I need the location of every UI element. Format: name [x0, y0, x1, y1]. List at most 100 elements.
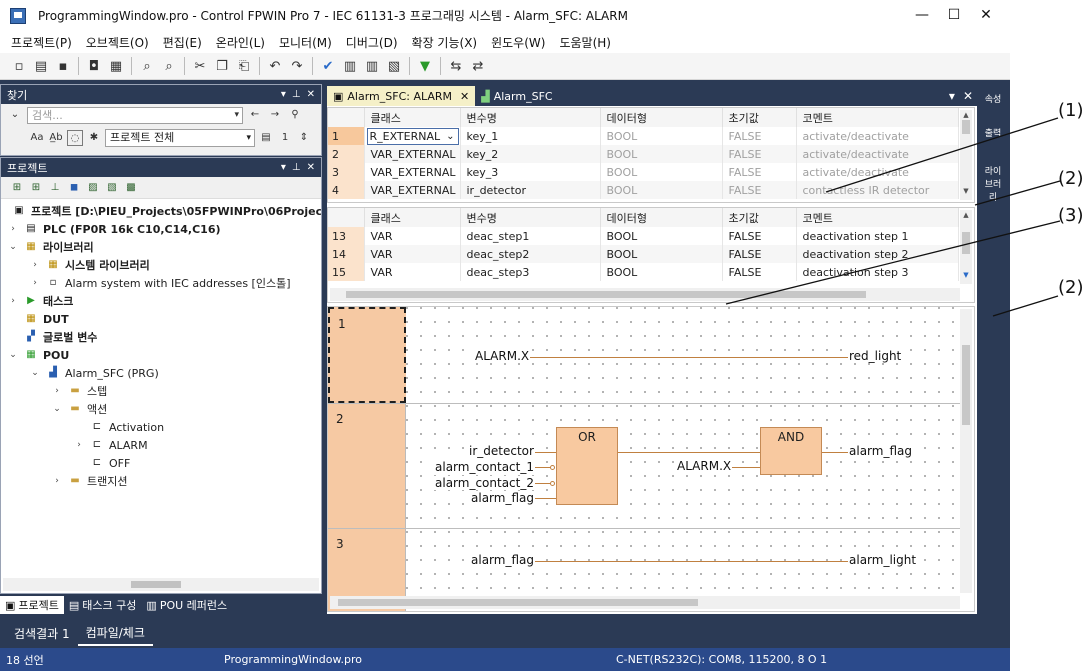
chevron-right-icon[interactable]: ›	[29, 278, 41, 288]
tree-icon[interactable]: ⊞	[28, 181, 44, 195]
table-row[interactable]: 15 VAR deac_step3 BOOL FALSE deactivatio…	[328, 263, 959, 281]
table-row[interactable]: 4 VAR_EXTERNAL ir_detector BOOL FALSE co…	[328, 181, 959, 199]
name-cell[interactable]: ir_detector	[460, 181, 601, 199]
panel-close-icon[interactable]: ✕	[307, 89, 315, 100]
spinner-icon[interactable]: ⇕	[296, 130, 312, 146]
class-cell[interactable]: VAR_EXTERNAL	[364, 181, 461, 199]
menu-object[interactable]: 오브젝트(O)	[79, 34, 156, 51]
tree-icon[interactable]: ⊞	[9, 181, 25, 195]
dropdown-arrow-icon[interactable]: ▾	[234, 108, 239, 123]
col-init[interactable]: 초기값	[722, 108, 797, 127]
paste-icon[interactable]: ⎗	[235, 57, 253, 75]
search-input[interactable]: 검색... ▾	[27, 106, 243, 124]
chevron-down-icon[interactable]: ⌄	[29, 368, 41, 378]
table-row[interactable]: 2 VAR_EXTERNAL key_2 BOOL FALSE activate…	[328, 145, 959, 163]
tree-item-plc[interactable]: › ▤ PLC (FP0R 16k C10,C14,C16)	[7, 220, 220, 238]
result-count[interactable]: 1	[277, 130, 293, 146]
tab-search-results[interactable]: 검색결과 1	[6, 622, 78, 646]
insert-pou-icon[interactable]: ◼	[66, 181, 82, 195]
name-cell[interactable]: deac_step3	[460, 263, 601, 281]
or-input-ir-detector[interactable]: ir_detector	[468, 444, 535, 458]
menu-edit[interactable]: 편집(E)	[156, 34, 209, 51]
tab-list-icon[interactable]: ▾	[949, 89, 955, 103]
menu-monitor[interactable]: 모니터(M)	[272, 34, 339, 51]
chevron-right-icon[interactable]: ›	[51, 386, 63, 396]
menu-window[interactable]: 윈도우(W)	[484, 34, 552, 51]
download-icon[interactable]: ⇆	[447, 57, 465, 75]
speech-bubble-icon[interactable]: ◌	[67, 130, 83, 146]
side-tab-library[interactable]: 라이브러리	[983, 164, 1003, 203]
type-cell[interactable]: BOOL	[600, 263, 723, 281]
online-plug-icon[interactable]: ▼	[416, 57, 434, 75]
side-tab-output[interactable]: 출력	[983, 126, 1003, 146]
rung-2-output[interactable]: alarm_flag	[848, 444, 913, 458]
arrow-right-icon[interactable]: →	[267, 107, 283, 123]
tree-item-transitions[interactable]: › ▬ 트랜지션	[51, 472, 127, 490]
grid-horizontal-scrollbar[interactable]	[330, 288, 960, 301]
chevron-right-icon[interactable]: ›	[73, 440, 85, 450]
chevron-down-icon[interactable]: ⌄	[446, 129, 454, 144]
chevron-right-icon[interactable]: ›	[7, 296, 19, 306]
search-scope-select[interactable]: 프로젝트 전체 ▾	[105, 129, 255, 147]
close-button[interactable]: ✕	[970, 4, 1002, 26]
class-cell[interactable]: VAR	[364, 263, 461, 281]
chevron-right-icon[interactable]: ›	[29, 260, 41, 270]
tree-item-off[interactable]: ⊏ OFF	[73, 454, 131, 472]
rung-2-number[interactable]: 2	[328, 404, 406, 528]
or-input-alarm-flag[interactable]: alarm_flag	[470, 491, 535, 505]
pin-icon[interactable]: ⊥	[292, 162, 301, 173]
panel-menu-icon[interactable]: ▾	[281, 89, 286, 100]
tab-pou-reference[interactable]: ▥ POU 레퍼런스	[141, 596, 232, 614]
check-icon[interactable]: ✔	[319, 57, 337, 75]
init-cell[interactable]: FALSE	[722, 163, 797, 181]
new-file-icon[interactable]: ▫	[10, 57, 28, 75]
rung-3-output[interactable]: alarm_light	[848, 553, 918, 567]
cut-icon[interactable]: ✂	[191, 57, 209, 75]
tree-item-actions[interactable]: ⌄ ▬ 액션	[51, 400, 107, 418]
rung-1-input[interactable]: ALARM.X	[474, 349, 531, 363]
name-cell[interactable]: key_2	[460, 145, 601, 163]
rung-3-input[interactable]: alarm_flag	[470, 553, 535, 567]
comment-cell[interactable]: contactless IR detector	[796, 181, 959, 199]
col-init[interactable]: 초기값	[722, 208, 797, 227]
class-cell[interactable]: VAR_EXTERNAL	[364, 145, 461, 163]
comment-cell[interactable]: deactivation step 1	[796, 227, 959, 245]
comment-cell[interactable]: activate/deactivate	[796, 145, 959, 163]
or-input-alarm-contact-2[interactable]: alarm_contact_2	[434, 476, 535, 490]
init-cell[interactable]: FALSE	[722, 245, 797, 263]
col-name[interactable]: 변수명	[460, 108, 601, 127]
tree-item-activation[interactable]: ⊏ Activation	[73, 418, 164, 436]
table-row[interactable]: 1 R_EXTERNAL ⌄ key_1 BOOL FALSE activate/…	[328, 127, 959, 145]
panel-close-icon[interactable]: ✕	[307, 162, 315, 173]
replace-icon[interactable]: ⌕	[160, 57, 178, 75]
scroll-thumb[interactable]	[962, 232, 970, 254]
search-options-icon[interactable]: ⚲	[287, 107, 303, 123]
tree-item-project[interactable]: ▣ 프로젝트 [D:\PIEU_Projects\05FPWINPro\06Pr…	[7, 202, 321, 220]
tree-item-alarm-library[interactable]: › ▫ Alarm system with IEC addresses [인스톨…	[29, 274, 290, 292]
tree-item-global-vars[interactable]: ▞ 글로벌 변수	[7, 328, 97, 346]
comment-cell[interactable]: deactivation step 2	[796, 245, 959, 263]
library-icon[interactable]: ▩	[123, 181, 139, 195]
scroll-down-icon[interactable]: ▼	[960, 186, 972, 196]
menu-project[interactable]: 프로젝트(P)	[4, 34, 79, 51]
scroll-up-icon[interactable]: ▲	[960, 110, 972, 120]
chevron-right-icon[interactable]: ›	[51, 476, 63, 486]
ladder-vertical-scrollbar[interactable]	[960, 309, 972, 593]
tree-item-alarm-sfc[interactable]: ⌄ ▟ Alarm_SFC (PRG)	[29, 364, 159, 382]
comment-cell[interactable]: activate/deactivate	[796, 127, 959, 145]
chevron-down-icon[interactable]: ⌄	[51, 404, 63, 414]
class-dropdown[interactable]: R_EXTERNAL ⌄	[366, 127, 459, 145]
chevron-down-icon[interactable]: ⌄	[7, 107, 23, 123]
type-cell[interactable]: BOOL	[600, 145, 723, 163]
init-cell[interactable]: FALSE	[722, 227, 797, 245]
comment-cell[interactable]: activate/deactivate	[796, 163, 959, 181]
menu-extensions[interactable]: 확장 기능(X)	[405, 34, 485, 51]
col-comment[interactable]: 코멘트	[796, 108, 959, 127]
open-folder-icon[interactable]: ▤	[32, 57, 50, 75]
name-cell[interactable]: key_1	[460, 127, 601, 145]
redo-icon[interactable]: ↷	[288, 57, 306, 75]
init-cell[interactable]: FALSE	[722, 181, 797, 199]
edit-icon[interactable]: ▨	[85, 181, 101, 195]
col-name[interactable]: 변수명	[460, 208, 601, 227]
class-cell-editor[interactable]: R_EXTERNAL ⌄	[364, 127, 461, 145]
